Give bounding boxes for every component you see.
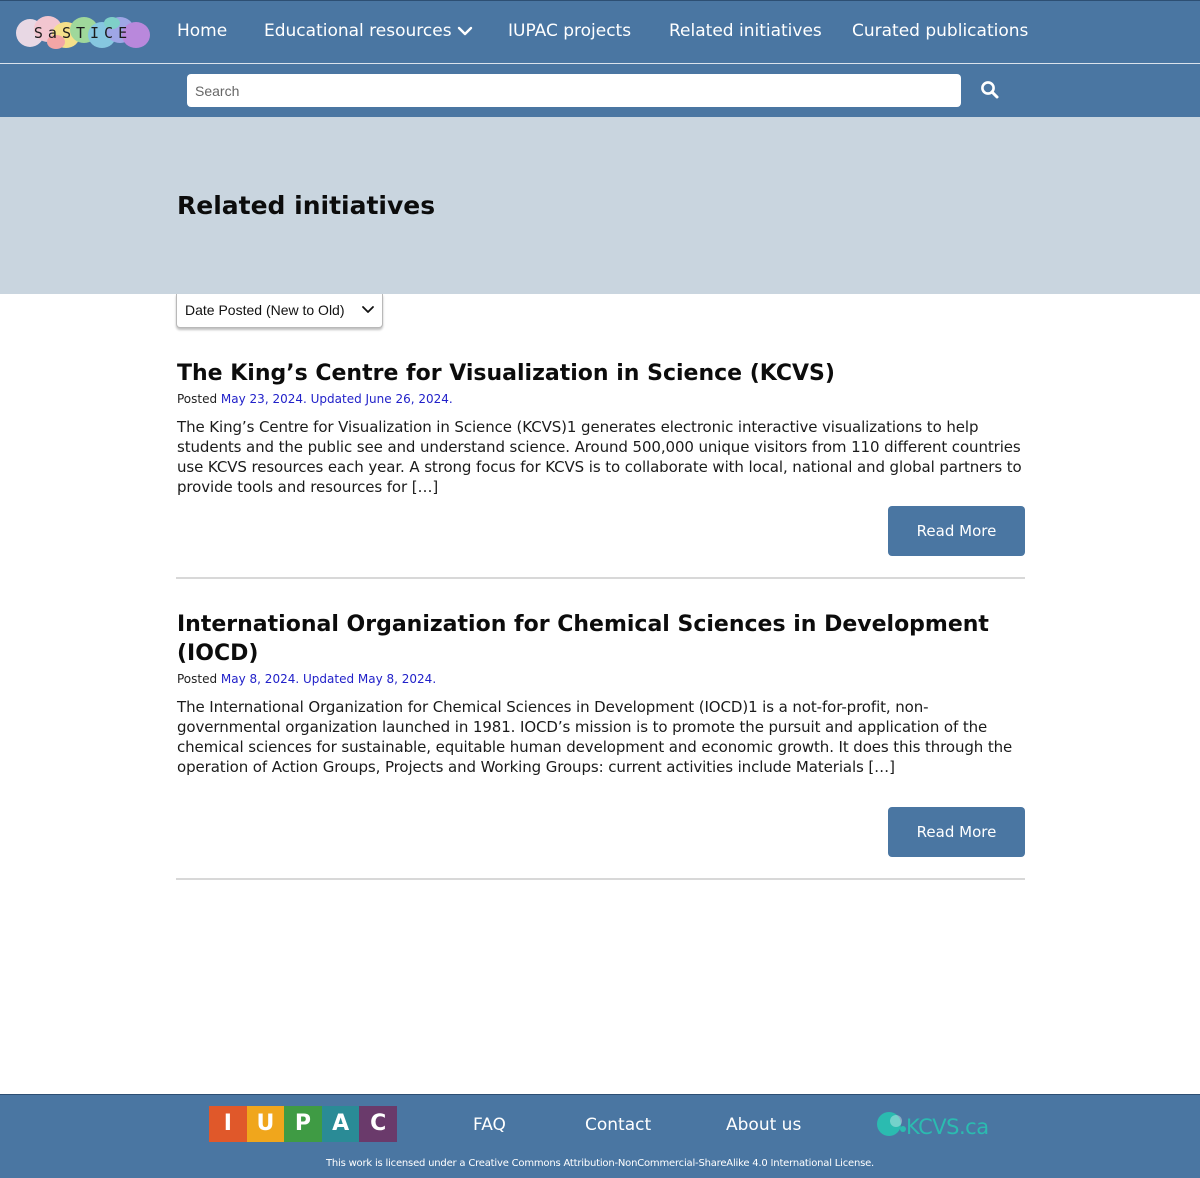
posted-date[interactable]: May 23, 2024 [221, 392, 303, 406]
post-card: The King’s Centre for Visualization in S… [177, 359, 1025, 557]
updated-date[interactable]: June 26, 2024 [366, 392, 449, 406]
search-icon [981, 81, 999, 99]
page-title: Related initiatives [177, 191, 436, 220]
nav-iupac-projects[interactable]: IUPAC projects [508, 21, 631, 41]
post-excerpt: The King’s Centre for Visualization in S… [177, 418, 1022, 496]
iupac-letter: A [321, 1106, 360, 1142]
site-logo[interactable]: SaSTICE [16, 15, 150, 51]
read-more-button[interactable]: Read More [888, 807, 1025, 857]
nav-curated-publications[interactable]: Curated publications [852, 21, 1028, 41]
posted-prefix: Posted [177, 392, 221, 406]
site-footer: I U P A C FAQ Contact About us KCVS.ca T… [0, 1094, 1200, 1178]
post-divider [176, 878, 1025, 880]
search-button[interactable] [979, 79, 1001, 101]
footer-link-about-us[interactable]: About us [726, 1115, 801, 1135]
updated-date[interactable]: May 8, 2024 [358, 672, 432, 686]
kcvs-circles-icon [877, 1112, 906, 1136]
nav-educational-resources-label: Educational resources [264, 21, 452, 41]
nav-related-initiatives[interactable]: Related initiatives [669, 21, 822, 41]
kcvs-text: KCVS.ca [906, 1115, 989, 1139]
posted-date[interactable]: May 8, 2024 [221, 672, 295, 686]
page-hero: Related initiatives [0, 117, 1200, 294]
updated-separator: . Updated [295, 672, 358, 686]
logo-text: SaSTICE [33, 24, 133, 42]
chevron-down-icon [362, 306, 374, 313]
updated-separator: . Updated [302, 392, 366, 406]
kcvs-logo[interactable]: KCVS.ca [876, 1109, 996, 1143]
iupac-letter: C [359, 1106, 397, 1142]
search-input[interactable] [187, 74, 961, 107]
meta-end: . [448, 392, 453, 406]
iupac-letter: U [246, 1106, 285, 1142]
nav-home[interactable]: Home [177, 21, 227, 41]
meta-end: . [432, 672, 437, 686]
sort-selected-value: Date Posted (New to Old) [185, 302, 345, 318]
chevron-down-icon [457, 26, 473, 36]
posted-prefix: Posted [177, 672, 221, 686]
read-more-button[interactable]: Read More [888, 506, 1025, 556]
nav-educational-resources[interactable]: Educational resources [264, 21, 478, 41]
post-excerpt: The International Organization for Chemi… [177, 698, 1013, 776]
post-meta: Posted May 8, 2024. Updated May 8, 2024. [177, 671, 1025, 687]
search-bar [0, 64, 1200, 117]
top-navbar: SaSTICE Home Educational resources IUPAC… [0, 0, 1200, 64]
post-card: International Organization for Chemical … [177, 610, 1025, 858]
iupac-logo[interactable]: I U P A C [209, 1106, 397, 1142]
footer-link-faq[interactable]: FAQ [473, 1115, 506, 1135]
sort-dropdown[interactable]: Date Posted (New to Old) [176, 294, 383, 328]
iupac-letter: P [284, 1106, 322, 1142]
license-text: This work is licensed under a Creative C… [325, 1158, 875, 1169]
footer-link-contact[interactable]: Contact [585, 1115, 651, 1135]
post-divider [176, 577, 1025, 579]
iupac-letter: I [209, 1106, 247, 1142]
post-title[interactable]: The King’s Centre for Visualization in S… [177, 359, 1025, 388]
post-title[interactable]: International Organization for Chemical … [177, 610, 1025, 668]
post-meta: Posted May 23, 2024. Updated June 26, 20… [177, 391, 1025, 407]
